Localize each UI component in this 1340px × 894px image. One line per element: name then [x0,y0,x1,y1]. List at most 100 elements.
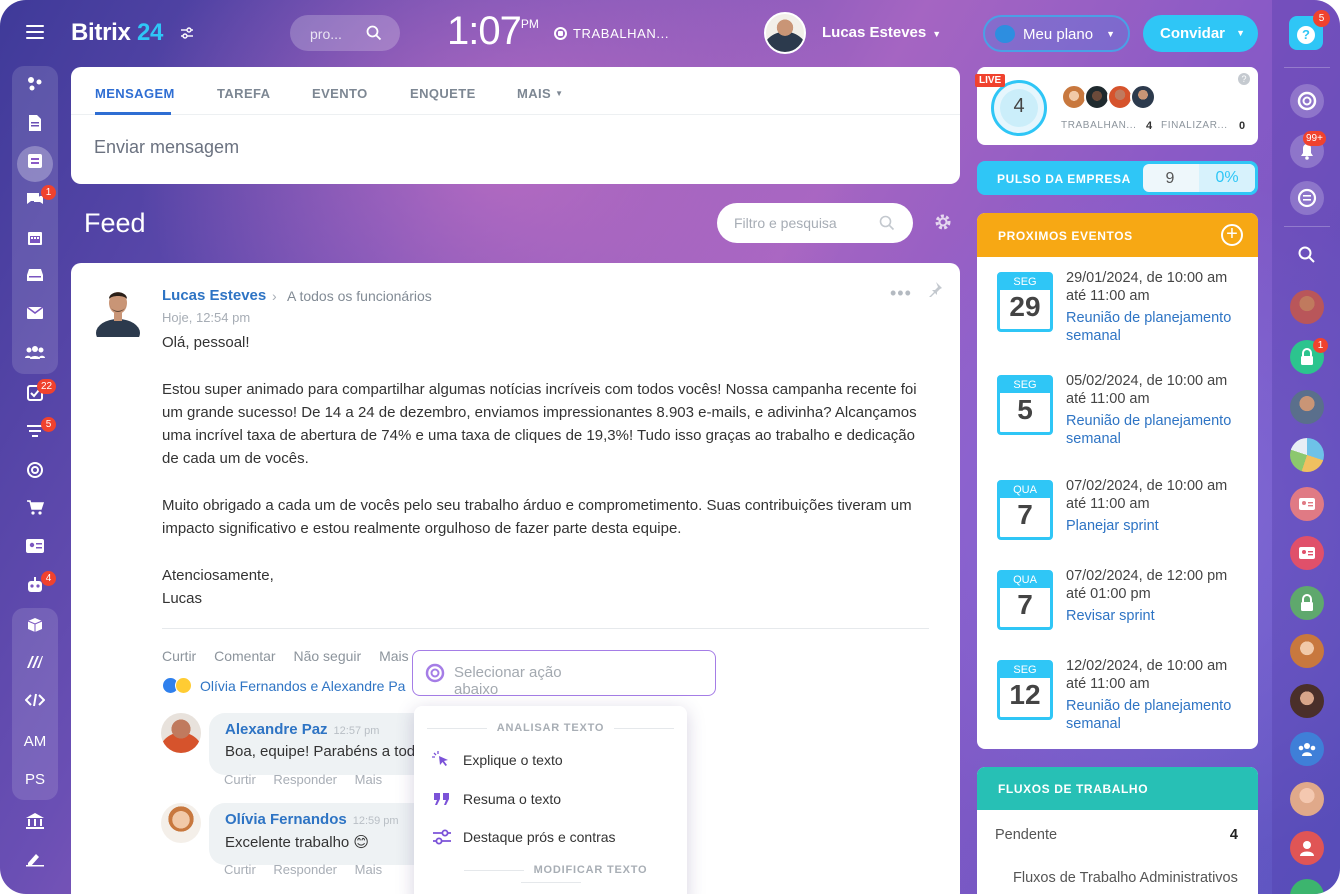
box-icon[interactable] [23,615,47,639]
post-destination[interactable]: A todos os funcionários [287,288,432,304]
comment-author-name[interactable]: Olívia Fernandos [225,811,347,828]
live-work-widget[interactable]: 4 LIVE ? TRABALHAN... 4 FINALIZAR... 0 [975,67,1258,145]
search-button[interactable] [1290,238,1324,272]
feed-filter-input[interactable]: Filtro e pesquisa [734,215,837,231]
comment-author[interactable]: Alexandre Paz 12:57 pm [225,721,379,738]
recent-chat-avatar[interactable] [1290,438,1324,472]
sliders-icon[interactable] [180,26,194,40]
upcoming-events-title[interactable]: PROXIMOS EVENTOS [998,229,1133,243]
event-item[interactable]: SEG 29 29/01/2024, de 10:00 am até 11:00 … [977,270,1258,362]
commenter-avatar[interactable] [161,713,201,753]
document-icon[interactable] [23,112,47,136]
reactions-names[interactable]: Olívia Fernandos e Alexandre Pa [200,678,405,694]
clock-time: 1:07 [447,9,522,53]
comment-button[interactable]: Comentar [214,648,275,664]
contact-card-icon[interactable] [23,537,47,561]
add-event-icon[interactable]: + [1221,224,1243,246]
workflows-item[interactable]: Fluxos de Trabalho Administrativos [1013,870,1238,886]
invite-button[interactable]: Convidar ▼ [1143,15,1258,52]
company-pulse[interactable]: PULSO DA EMPRESA 9 0% [977,161,1258,195]
author-avatar[interactable] [95,283,141,337]
comment-reply-button[interactable]: Responder [273,862,337,877]
groups-icon[interactable] [23,343,47,367]
workflows-pending-label[interactable]: Pendente [995,827,1057,843]
comment-like-button[interactable]: Curtir [224,862,256,877]
post-author-link[interactable]: Lucas Esteves [162,287,266,304]
workflows-title[interactable]: FLUXOS DE TRABALHO [998,782,1148,796]
sidebar-item-ps[interactable]: PS [14,771,56,788]
sidebar-item-feed-icon[interactable] [23,73,47,97]
gear-icon[interactable] [934,213,952,231]
chevron-down-icon: ▼ [555,89,564,98]
event-title[interactable]: Revisar sprint [1066,607,1251,625]
event-title[interactable]: Planejar sprint [1066,517,1251,535]
more-button[interactable]: Mais [379,648,409,664]
user-avatar[interactable] [764,12,806,54]
more-icon[interactable]: ••• [890,283,912,304]
event-title[interactable]: Reunião de planejamento semanal [1066,412,1251,448]
recent-chat-avatar[interactable] [1290,684,1324,718]
global-search[interactable]: pro... [290,15,400,51]
tab-more[interactable]: MAIS ▼ [517,86,563,101]
recent-chat-locked[interactable] [1290,586,1324,620]
event-item[interactable]: SEG 12 12/02/2024, de 10:00 am até 11:00 … [977,658,1258,749]
comment-more-button[interactable]: Mais [355,862,382,877]
comment-author[interactable]: Olívia Fernandos 12:59 pm [225,811,399,828]
recent-chat-avatar[interactable] [1290,782,1324,816]
message-input[interactable]: Enviar mensagem [94,137,239,158]
target-icon[interactable] [23,459,47,483]
calendar-icon[interactable] [23,228,47,252]
event-title[interactable]: Reunião de planejamento semanal [1066,309,1251,345]
reactions-summary[interactable]: Olívia Fernandos e Alexandre Pa [162,677,405,694]
cart-icon[interactable] [23,497,47,521]
work-status[interactable]: TRABALHAN... [554,26,669,41]
logo[interactable]: Bitrix 24 [71,19,163,47]
unfollow-button[interactable]: Não seguir [293,648,361,664]
my-plan-button[interactable]: Meu plano ▼ [983,15,1130,52]
recent-chat-avatar[interactable] [1290,390,1324,424]
comment-more-button[interactable]: Mais [355,772,382,787]
code-icon[interactable] [23,691,47,715]
tab-poll[interactable]: ENQUETE [410,86,476,101]
tab-task[interactable]: TAREFA [217,86,270,101]
post-time[interactable]: Hoje, 12:54 pm [162,310,250,325]
help-icon[interactable]: ? [1238,73,1250,85]
newsfeed-icon[interactable] [23,151,47,175]
tab-message[interactable]: MENSAGEM [95,86,175,101]
like-button[interactable]: Curtir [162,648,196,664]
copilot-button[interactable] [1290,84,1324,118]
search-input[interactable]: pro... [310,26,342,42]
comment-reply-button[interactable]: Responder [273,772,337,787]
chat-list-button[interactable] [1290,181,1324,215]
pin-icon[interactable] [927,281,943,297]
calendar-date-icon: QUA 7 [997,570,1053,630]
mail-icon[interactable] [23,305,47,329]
comment-like-button[interactable]: Curtir [224,772,256,787]
user-menu[interactable]: Lucas Esteves ▼ [822,24,941,41]
recent-chat-group[interactable] [1290,732,1324,766]
signature-icon[interactable] [23,849,47,873]
ai-action-input[interactable]: Selecionar ação abaixo [412,650,716,696]
comment-author-name[interactable]: Alexandre Paz [225,721,328,738]
search-icon[interactable] [366,25,382,41]
drive-icon[interactable] [23,266,47,290]
menu-icon[interactable] [26,25,44,39]
recent-chat-card[interactable] [1290,536,1324,570]
recent-chat-card[interactable] [1290,487,1324,521]
feed-filter-search[interactable]: Filtro e pesquisa [717,203,913,243]
search-icon[interactable] [879,215,895,231]
sites-icon[interactable] [23,653,47,677]
recent-chat-avatar[interactable] [1290,634,1324,668]
bank-icon[interactable] [23,811,47,835]
recent-chat-avatar[interactable] [1290,290,1324,324]
event-title[interactable]: Reunião de planejamento semanal [1066,697,1251,733]
recent-chat-user[interactable] [1290,831,1324,865]
event-item[interactable]: QUA 7 07/02/2024, de 10:00 am até 11:00 a… [977,478,1258,570]
avatar[interactable] [1130,84,1156,110]
event-day: 7 [1017,589,1033,620]
tab-event[interactable]: EVENTO [312,86,368,101]
sidebar-item-am[interactable]: AM [14,733,56,750]
event-item[interactable]: QUA 7 07/02/2024, de 12:00 pm até 01:00 p… [977,568,1258,660]
commenter-avatar[interactable] [161,803,201,843]
event-item[interactable]: SEG 5 05/02/2024, de 10:00 am até 11:00 a… [977,373,1258,465]
